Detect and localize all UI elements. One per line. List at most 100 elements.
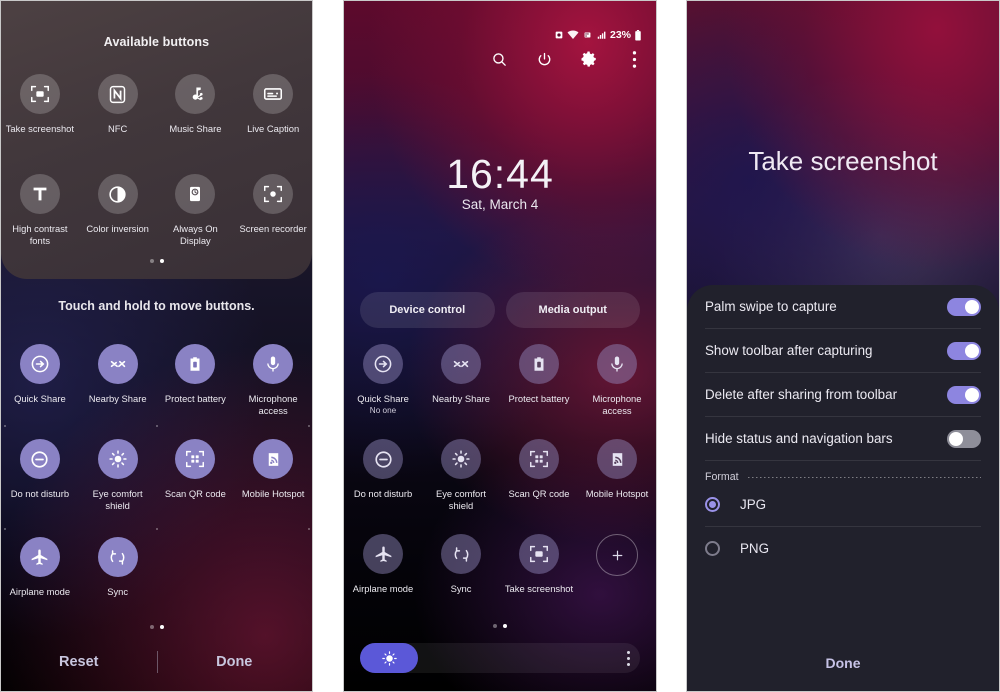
quick-tile-label: Sync (450, 583, 472, 594)
panel-screenshot-settings: Take screenshot Palm swipe to capture Sh… (686, 0, 1000, 692)
quick-settings-page-dots[interactable] (344, 624, 656, 628)
available-tile-nfc[interactable]: NFC (79, 74, 157, 135)
palm-swipe-toggle[interactable] (947, 297, 981, 316)
available-tile-label: Always On Display (172, 223, 218, 246)
format-option-png[interactable]: PNG (705, 527, 981, 570)
format-option-label: PNG (740, 541, 770, 556)
active-tile-sync[interactable]: Sync (79, 537, 157, 598)
high-contrast-fonts-icon (19, 174, 60, 214)
move-buttons-hint: Touch and hold to move buttons. (58, 299, 255, 313)
quick-tile-label: Eye comfort shield (435, 488, 486, 511)
media-output-button[interactable]: Media output (505, 292, 640, 328)
quick-tiles-row-1: Quick Share No one Nearby Share Protect … (344, 344, 656, 416)
active-tile-label: Nearby Share (88, 393, 147, 404)
radio-inner-dot (709, 501, 716, 508)
done-button[interactable]: Done (687, 635, 999, 691)
setting-label: Hide status and navigation bars (705, 431, 893, 446)
active-tile-airplane-mode[interactable]: Airplane mode (1, 537, 79, 598)
drop-dot (307, 425, 310, 427)
active-tile-microphone-access[interactable]: Microphone access (234, 344, 312, 416)
quick-tiles-row-3: Airplane mode Sync Take screenshot (344, 534, 656, 595)
quick-tile-add-button[interactable] (578, 534, 656, 595)
format-label: Format (705, 471, 739, 483)
format-option-jpg[interactable]: JPG (705, 483, 981, 527)
power-icon[interactable] (532, 47, 556, 71)
active-tile-protect-battery[interactable]: Protect battery (157, 344, 235, 416)
quick-tile-label: Scan QR code (508, 488, 570, 499)
scan-qr-code-icon (175, 439, 216, 479)
active-tile-label: Airplane mode (9, 586, 71, 597)
delete-after-sharing-toggle[interactable] (947, 385, 981, 404)
wifi-icon (567, 30, 579, 40)
setting-row-palm-swipe[interactable]: Palm swipe to capture (705, 285, 981, 329)
active-tile-quick-share[interactable]: Quick Share (1, 344, 79, 416)
format-option-label: JPG (740, 497, 767, 512)
usb-icon (582, 30, 593, 40)
available-tile-take-screenshot[interactable]: Take screenshot (1, 74, 79, 135)
radio-selected-icon[interactable] (705, 497, 720, 512)
quick-tile-microphone-access[interactable]: Microphone access (578, 344, 656, 416)
available-tile-label: Screen recorder (239, 223, 307, 234)
page-dot (493, 624, 497, 628)
available-tile-music-share[interactable]: Music Share (157, 74, 235, 135)
quick-share-icon (19, 344, 60, 384)
active-tile-do-not-disturb[interactable]: Do not disturb (1, 439, 79, 511)
eye-comfort-shield-icon (441, 439, 481, 479)
alarm-icon (554, 30, 564, 40)
done-button[interactable]: Done (157, 654, 313, 670)
device-control-button[interactable]: Device control (360, 292, 495, 328)
quick-tile-airplane-mode[interactable]: Airplane mode (344, 534, 422, 595)
available-tile-always-on-display[interactable]: Always On Display (157, 174, 235, 246)
quick-settings-header-icons (487, 47, 646, 71)
available-tile-label: Live Caption (247, 123, 300, 134)
quick-tile-label: Do not disturb (353, 488, 413, 499)
active-row-separator-dots-2 (1, 528, 312, 530)
page-title: Take screenshot (748, 146, 938, 176)
setting-row-show-toolbar[interactable]: Show toolbar after capturing (705, 329, 981, 373)
active-tile-nearby-share[interactable]: Nearby Share (79, 344, 157, 416)
drop-dot (3, 425, 6, 427)
quick-tile-nearby-share[interactable]: Nearby Share (422, 344, 500, 416)
active-tray-page-dots[interactable] (1, 625, 312, 629)
active-tile-scan-qr-code[interactable]: Scan QR code (157, 439, 235, 511)
setting-row-delete-after-sharing[interactable]: Delete after sharing from toolbar (705, 373, 981, 417)
screenshot-stage: Available buttons Take screenshot NFC Mu… (0, 0, 1000, 692)
available-tray-page-dots[interactable] (1, 259, 312, 263)
available-tile-live-caption[interactable]: Live Caption (234, 74, 312, 135)
screenshot-icon (19, 74, 60, 114)
active-tile-mobile-hotspot[interactable]: Mobile Hotspot (234, 439, 312, 511)
quick-tile-mobile-hotspot[interactable]: Mobile Hotspot (578, 439, 656, 511)
quick-tile-do-not-disturb[interactable]: Do not disturb (344, 439, 422, 511)
quick-tile-scan-qr-code[interactable]: Scan QR code (500, 439, 578, 511)
status-bar: 23% (554, 29, 642, 41)
available-tile-screen-recorder[interactable]: Screen recorder (234, 174, 312, 246)
settings-icon[interactable] (577, 47, 601, 71)
active-tile-label: Sync (107, 586, 129, 597)
quick-tile-sync[interactable]: Sync (422, 534, 500, 595)
quick-tile-protect-battery[interactable]: Protect battery (500, 344, 578, 416)
available-tile-high-contrast-fonts[interactable]: High contrast fonts (1, 174, 79, 246)
toggle-knob (965, 299, 979, 314)
brightness-slider[interactable] (360, 643, 640, 673)
dot (627, 656, 630, 660)
setting-row-hide-bars[interactable]: Hide status and navigation bars (705, 417, 981, 461)
hide-bars-toggle[interactable] (947, 429, 981, 448)
reset-button[interactable]: Reset (1, 654, 157, 670)
clock-time: 16:44 (446, 151, 554, 197)
more-options-icon[interactable] (622, 47, 646, 71)
search-icon[interactable] (487, 47, 511, 71)
available-buttons-row-1: Take screenshot NFC Music Share Live Cap… (1, 74, 312, 135)
quick-tile-eye-comfort-shield[interactable]: Eye comfort shield (422, 439, 500, 511)
available-tile-color-inversion[interactable]: Color inversion (79, 174, 157, 246)
radio-unselected-icon[interactable] (705, 541, 720, 556)
brightness-more-icon[interactable] (627, 650, 630, 666)
action-bar-divider (156, 651, 158, 673)
battery-percent-label: 23% (609, 29, 631, 41)
quick-tile-quick-share[interactable]: Quick Share No one (344, 344, 422, 416)
page-dot-active (503, 624, 507, 628)
active-tile-eye-comfort-shield[interactable]: Eye comfort shield (79, 439, 157, 511)
airplane-mode-icon (363, 534, 403, 574)
show-toolbar-toggle[interactable] (947, 341, 981, 360)
toggle-knob (965, 343, 979, 358)
quick-tile-take-screenshot[interactable]: Take screenshot (500, 534, 578, 595)
